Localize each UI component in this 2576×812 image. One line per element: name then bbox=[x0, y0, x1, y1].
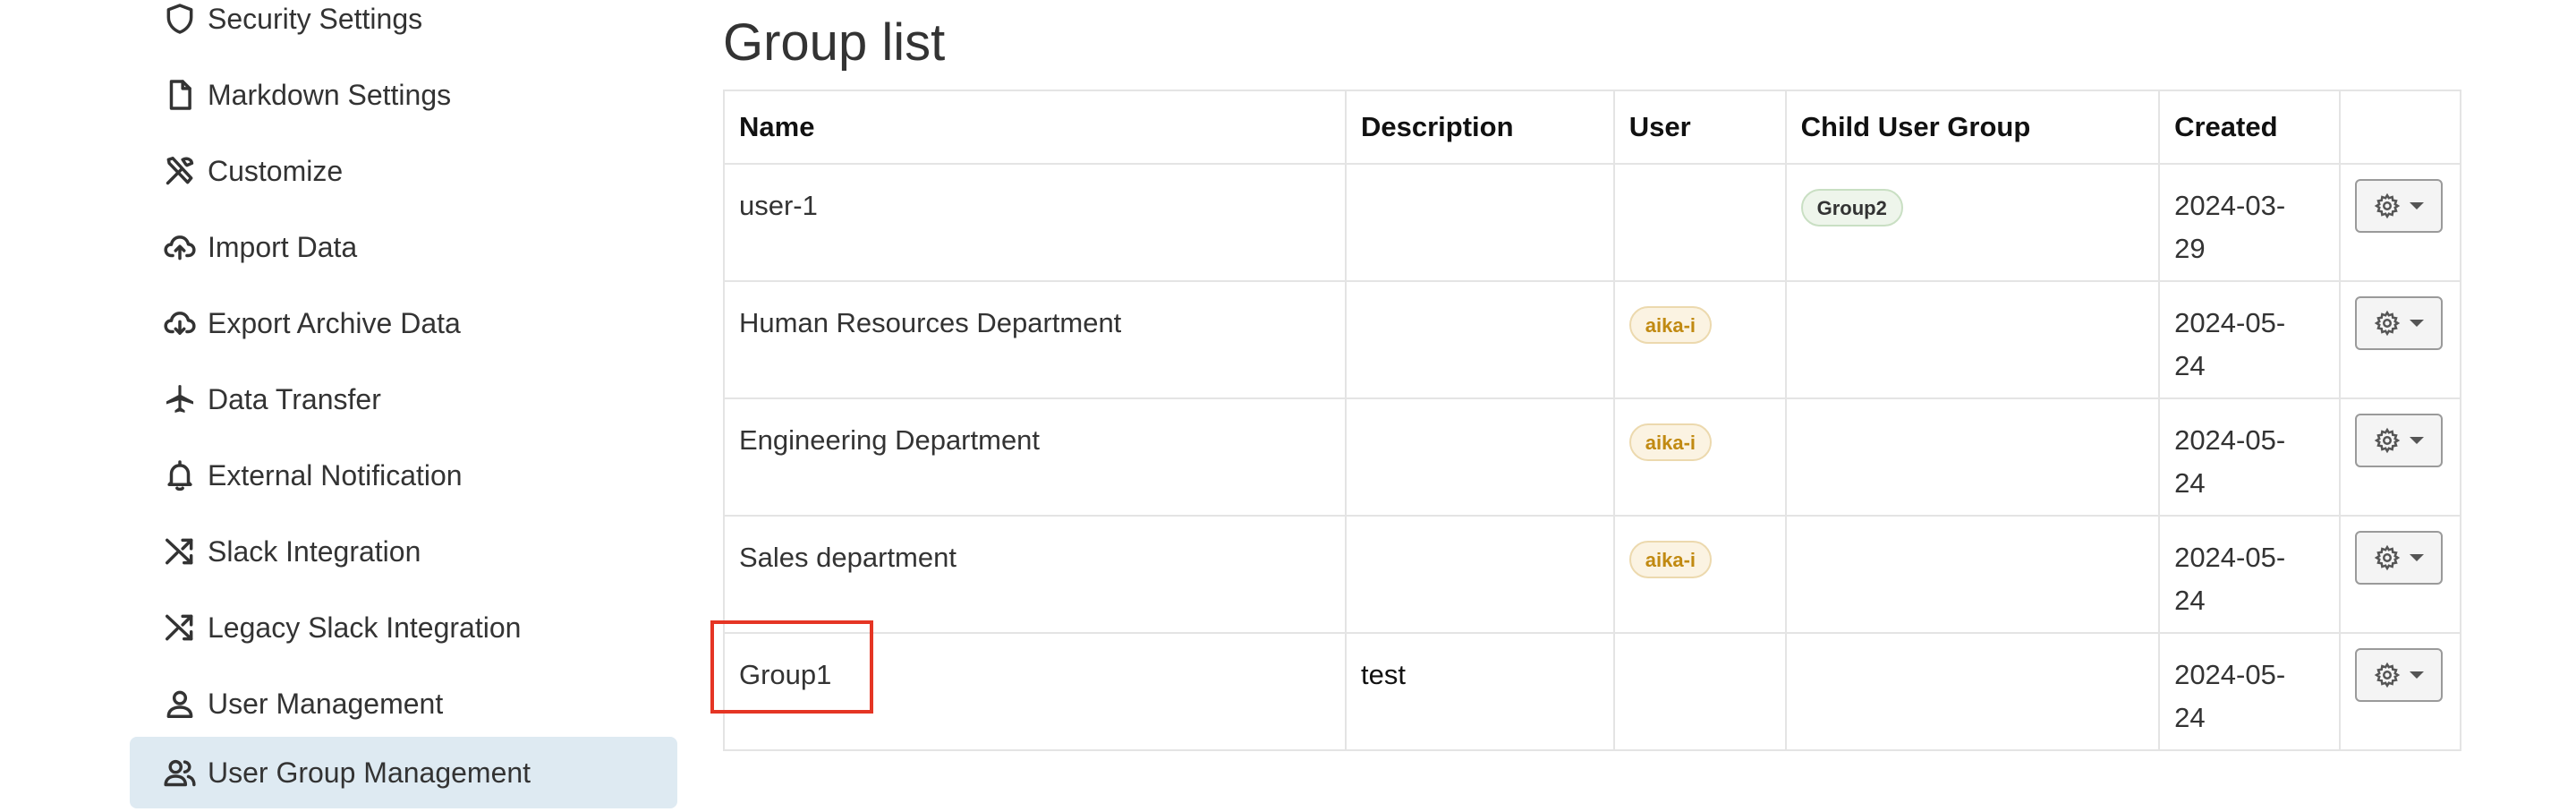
sidebar-item-label: Data Transfer bbox=[208, 382, 381, 415]
table-row: user-1 Group2 2024-03- 29 bbox=[723, 163, 2462, 282]
group-description bbox=[1344, 515, 1615, 634]
group-user-cell: aika-i bbox=[1612, 397, 1787, 517]
cloud-upload-icon bbox=[161, 228, 199, 266]
group-child-cell: Group2 bbox=[1784, 163, 2161, 282]
table-row: Group1 test 2024-05- 24 bbox=[723, 632, 2462, 751]
sidebar-item-label: Markdown Settings bbox=[208, 78, 452, 111]
shield-icon bbox=[161, 0, 199, 38]
chevron-down-icon bbox=[2409, 320, 2424, 327]
group-child-cell bbox=[1784, 515, 2161, 634]
sidebar-item-label: Import Data bbox=[208, 230, 358, 263]
sidebar-item-user-management[interactable]: User Management bbox=[130, 669, 677, 739]
column-header-description: Description bbox=[1344, 90, 1615, 165]
sidebar-item-label: Legacy Slack Integration bbox=[208, 611, 522, 644]
tools-icon bbox=[161, 152, 199, 190]
gear-icon bbox=[2374, 192, 2401, 219]
group-actions-cell bbox=[2338, 280, 2462, 399]
group-name-link[interactable]: Human Resources Department bbox=[723, 280, 1347, 399]
user-badge[interactable]: aika-i bbox=[1628, 541, 1713, 578]
group-name-link[interactable]: user-1 bbox=[723, 163, 1347, 282]
sidebar-item-label: External Notification bbox=[208, 458, 463, 491]
group-child-cell bbox=[1784, 280, 2161, 399]
sidebar-item-label: User Group Management bbox=[208, 756, 531, 789]
table-row: Human Resources Department aika-i 2024-0… bbox=[723, 280, 2462, 399]
group-name-link[interactable]: Group1 bbox=[723, 632, 1347, 751]
table-row: Sales department aika-i 2024-05- 24 bbox=[723, 515, 2462, 634]
table-row: Engineering Department aika-i 2024-05- 24 bbox=[723, 397, 2462, 517]
group-actions-dropdown-button[interactable] bbox=[2354, 179, 2443, 233]
group-created: 2024-05- 24 bbox=[2158, 397, 2341, 517]
column-header-user: User bbox=[1612, 90, 1787, 165]
column-header-name: Name bbox=[723, 90, 1347, 165]
sidebar-item-external-notification[interactable]: External Notification bbox=[130, 440, 677, 510]
sidebar-item-data-transfer[interactable]: Data Transfer bbox=[130, 364, 677, 434]
gear-icon bbox=[2374, 662, 2401, 688]
chevron-down-icon bbox=[2409, 202, 2424, 209]
group-actions-cell bbox=[2338, 163, 2462, 282]
group-description bbox=[1344, 163, 1615, 282]
sidebar-item-legacy-slack-integration[interactable]: Legacy Slack Integration bbox=[130, 593, 677, 662]
column-header-actions bbox=[2338, 90, 2462, 165]
gear-icon bbox=[2374, 427, 2401, 454]
person-icon bbox=[161, 685, 199, 722]
airplane-icon bbox=[161, 380, 199, 418]
sidebar-item-import-data[interactable]: Import Data bbox=[130, 212, 677, 282]
group-child-cell bbox=[1784, 632, 2161, 751]
group-actions-cell bbox=[2338, 397, 2462, 517]
chevron-down-icon bbox=[2409, 671, 2424, 679]
sidebar: Security Settings Markdown Settings Cust… bbox=[0, 0, 698, 812]
people-icon bbox=[161, 754, 199, 791]
group-created: 2024-03- 29 bbox=[2158, 163, 2341, 282]
shuffle-icon bbox=[161, 609, 199, 646]
group-created: 2024-05- 24 bbox=[2158, 280, 2341, 399]
user-badge[interactable]: aika-i bbox=[1628, 306, 1713, 344]
group-user-cell bbox=[1612, 163, 1787, 282]
group-created: 2024-05- 24 bbox=[2158, 515, 2341, 634]
sidebar-item-label: Export Archive Data bbox=[208, 306, 461, 339]
group-table: Name Description User Child User Group C… bbox=[723, 90, 2462, 751]
chevron-down-icon bbox=[2409, 554, 2424, 561]
user-badge[interactable]: aika-i bbox=[1628, 423, 1713, 461]
sidebar-item-markdown-settings[interactable]: Markdown Settings bbox=[130, 60, 677, 130]
group-user-cell: aika-i bbox=[1612, 515, 1787, 634]
bell-icon bbox=[161, 457, 199, 494]
sidebar-item-label: Customize bbox=[208, 154, 344, 187]
sidebar-item-user-group-management[interactable]: User Group Management bbox=[130, 737, 677, 808]
sidebar-item-label: User Management bbox=[208, 687, 444, 720]
group-name-link[interactable]: Engineering Department bbox=[723, 397, 1347, 517]
table-header-row: Name Description User Child User Group C… bbox=[723, 90, 2462, 165]
chevron-down-icon bbox=[2409, 437, 2424, 444]
group-name-link[interactable]: Sales department bbox=[723, 515, 1347, 634]
sidebar-item-export-archive-data[interactable]: Export Archive Data bbox=[130, 288, 677, 358]
group-description bbox=[1344, 280, 1615, 399]
gear-icon bbox=[2374, 544, 2401, 571]
sidebar-item-slack-integration[interactable]: Slack Integration bbox=[130, 517, 677, 586]
group-description bbox=[1344, 397, 1615, 517]
group-actions-dropdown-button[interactable] bbox=[2354, 648, 2443, 702]
file-icon bbox=[161, 76, 199, 114]
group-actions-dropdown-button[interactable] bbox=[2354, 296, 2443, 350]
cloud-download-icon bbox=[161, 304, 199, 342]
group-description: test bbox=[1344, 632, 1615, 751]
column-header-created: Created bbox=[2158, 90, 2341, 165]
shuffle-icon bbox=[161, 533, 199, 570]
sidebar-item-customize[interactable]: Customize bbox=[130, 136, 677, 206]
sidebar-item-label: Slack Integration bbox=[208, 534, 421, 568]
group-created: 2024-05- 24 bbox=[2158, 632, 2341, 751]
sidebar-item-label: Security Settings bbox=[208, 2, 423, 35]
group-actions-dropdown-button[interactable] bbox=[2354, 414, 2443, 467]
sidebar-item-security-settings[interactable]: Security Settings bbox=[130, 0, 677, 54]
group-child-cell bbox=[1784, 397, 2161, 517]
column-header-child-user-group: Child User Group bbox=[1784, 90, 2161, 165]
group-user-cell: aika-i bbox=[1612, 280, 1787, 399]
group-actions-cell bbox=[2338, 515, 2462, 634]
group-user-cell bbox=[1612, 632, 1787, 751]
page-title: Group list bbox=[723, 13, 946, 72]
group-actions-cell bbox=[2338, 632, 2462, 751]
child-group-badge[interactable]: Group2 bbox=[1800, 189, 1903, 227]
gear-icon bbox=[2374, 310, 2401, 337]
group-actions-dropdown-button[interactable] bbox=[2354, 531, 2443, 585]
